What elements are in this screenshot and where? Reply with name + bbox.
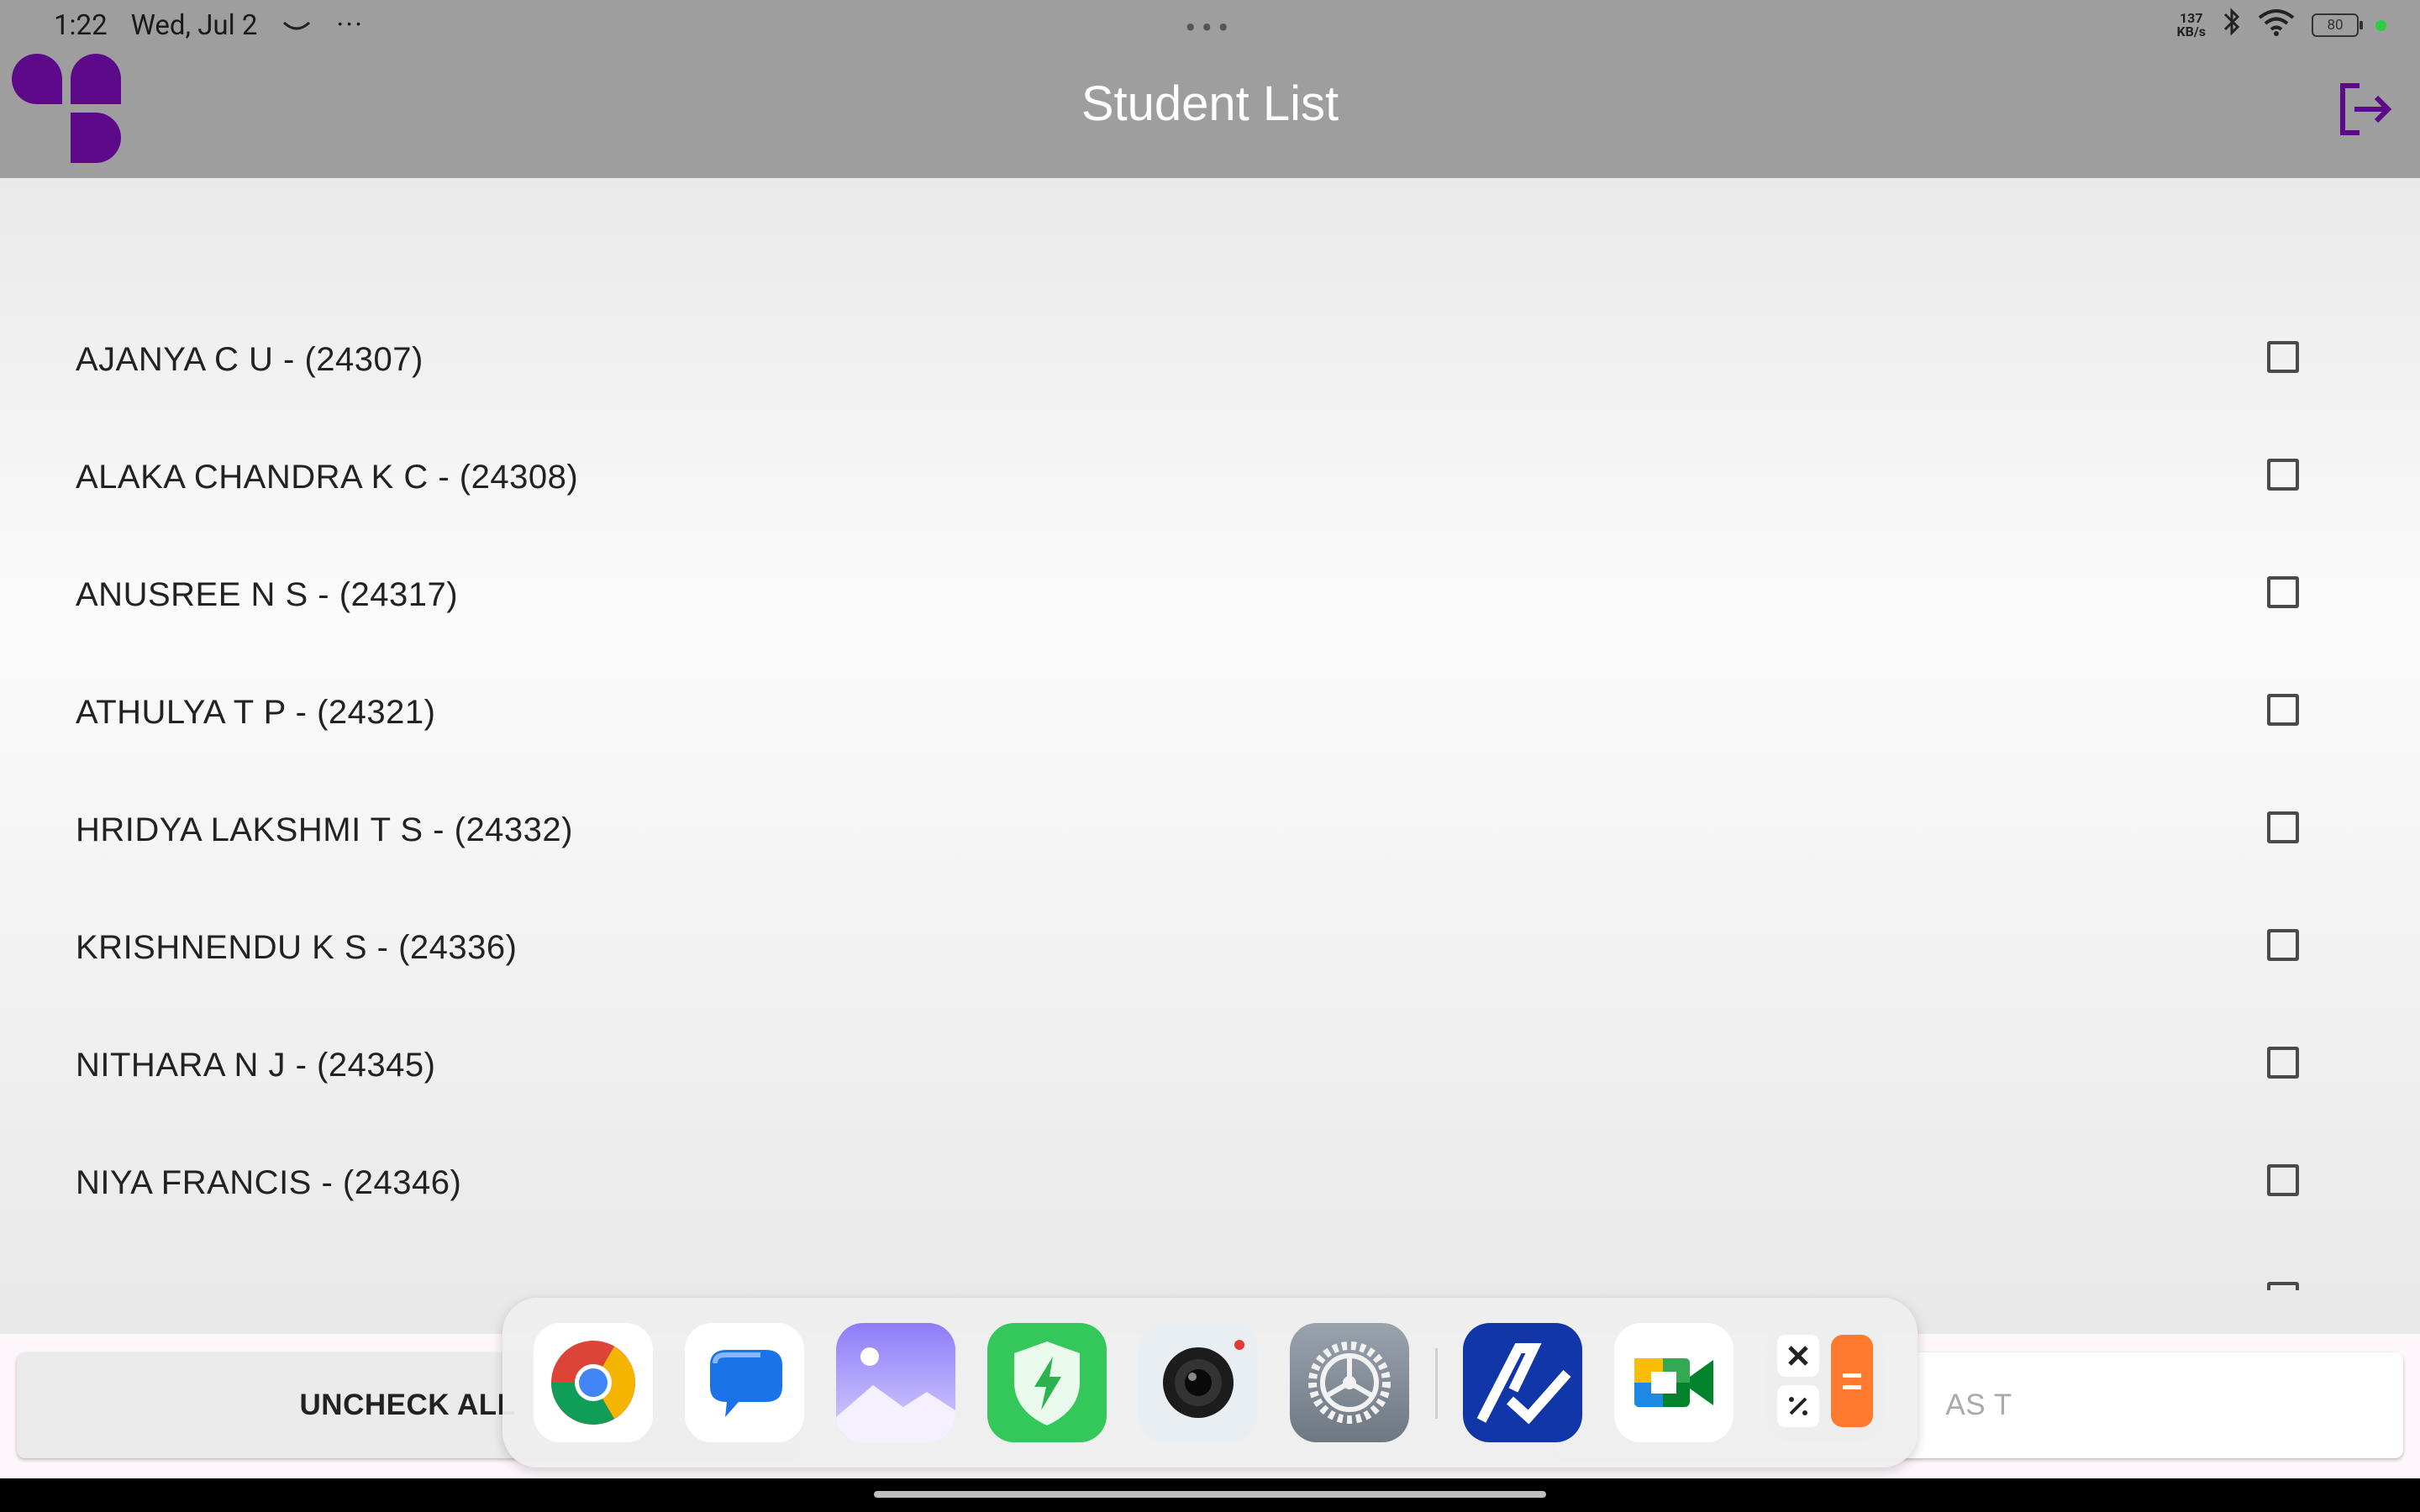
student-checkbox[interactable]	[2267, 1282, 2299, 1290]
status-bar-left: 1:22 Wed, Jul 2 ···	[54, 8, 364, 42]
student-row[interactable]: AJANYA C U - (24307)	[0, 304, 2420, 422]
app-header: 1:22 Wed, Jul 2 ··· ••• 137 KB/s 80 Stud…	[0, 0, 2420, 178]
student-checkbox[interactable]	[2267, 459, 2299, 491]
status-time: 1:22	[54, 8, 108, 42]
student-checkbox[interactable]	[2267, 694, 2299, 726]
student-row[interactable]: ALAKA CHANDRA K C - (24308)	[0, 422, 2420, 539]
student-list[interactable]: AJANYA C U - (24307) ALAKA CHANDRA K C -…	[0, 178, 2420, 1334]
student-row[interactable]: NIYA FRANCIS - (24346)	[0, 1127, 2420, 1245]
logout-icon[interactable]	[2334, 79, 2395, 139]
battery-icon: 80	[2312, 13, 2363, 37]
bluetooth-icon	[2223, 7, 2241, 45]
student-name: ATHULYA T P - (24321)	[76, 694, 436, 731]
settings-app-icon[interactable]	[1290, 1323, 1409, 1442]
messages-app-icon[interactable]	[685, 1323, 804, 1442]
screen: 1:22 Wed, Jul 2 ··· ••• 137 KB/s 80 Stud…	[0, 0, 2420, 1512]
home-indicator[interactable]	[874, 1491, 1546, 1498]
privacy-indicator-dot	[2375, 19, 2386, 31]
student-name: ALAKA CHANDRA K C - (24308)	[76, 459, 579, 496]
security-app-icon[interactable]	[987, 1323, 1107, 1442]
student-name: AJANYA C U - (24307)	[76, 341, 424, 378]
student-row[interactable]: HRIDYA LAKSHMI T S - (24332)	[0, 774, 2420, 892]
chrome-app-icon[interactable]	[534, 1323, 653, 1442]
app-dock	[502, 1298, 1918, 1467]
student-name: HRIDYA LAKSHMI T S - (24332)	[76, 811, 573, 848]
page-title: Student List	[1081, 76, 1339, 131]
student-row[interactable]: ATHULYA T P - (24321)	[0, 657, 2420, 774]
network-speed: 137 KB/s	[2176, 10, 2206, 39]
student-name: NITHARA N J - (24345)	[76, 1047, 436, 1084]
student-checkbox[interactable]	[2267, 811, 2299, 843]
more-notifications-icon: ···	[336, 8, 365, 42]
gallery-app-icon[interactable]	[836, 1323, 955, 1442]
student-row-partial[interactable]	[0, 1245, 2420, 1290]
camera-app-icon[interactable]	[1139, 1323, 1258, 1442]
student-name: KRISHNENDU K S - (24336)	[76, 929, 518, 966]
student-checkbox[interactable]	[2267, 929, 2299, 961]
student-checkbox[interactable]	[2267, 576, 2299, 608]
dock-separator	[1435, 1348, 1438, 1419]
multitask-dots[interactable]: •••	[1185, 8, 1234, 48]
attendance-app-icon[interactable]	[1463, 1323, 1582, 1442]
student-row[interactable]: NITHARA N J - (24345)	[0, 1010, 2420, 1127]
calculator-app-icon[interactable]	[1765, 1323, 1885, 1442]
student-row[interactable]: ANUSREE N S - (24317)	[0, 539, 2420, 657]
student-checkbox[interactable]	[2267, 341, 2299, 373]
meet-app-icon[interactable]	[1614, 1323, 1733, 1442]
student-name: ANUSREE N S - (24317)	[76, 576, 459, 613]
student-name: NIYA FRANCIS - (24346)	[76, 1164, 462, 1201]
status-date: Wed, Jul 2	[130, 8, 258, 42]
notification-icon	[281, 9, 313, 42]
wifi-icon	[2258, 8, 2295, 44]
status-bar-right: 137 KB/s 80	[2176, 7, 2386, 45]
student-row[interactable]: KRISHNENDU K S - (24336)	[0, 892, 2420, 1010]
student-checkbox[interactable]	[2267, 1164, 2299, 1196]
student-checkbox[interactable]	[2267, 1047, 2299, 1079]
